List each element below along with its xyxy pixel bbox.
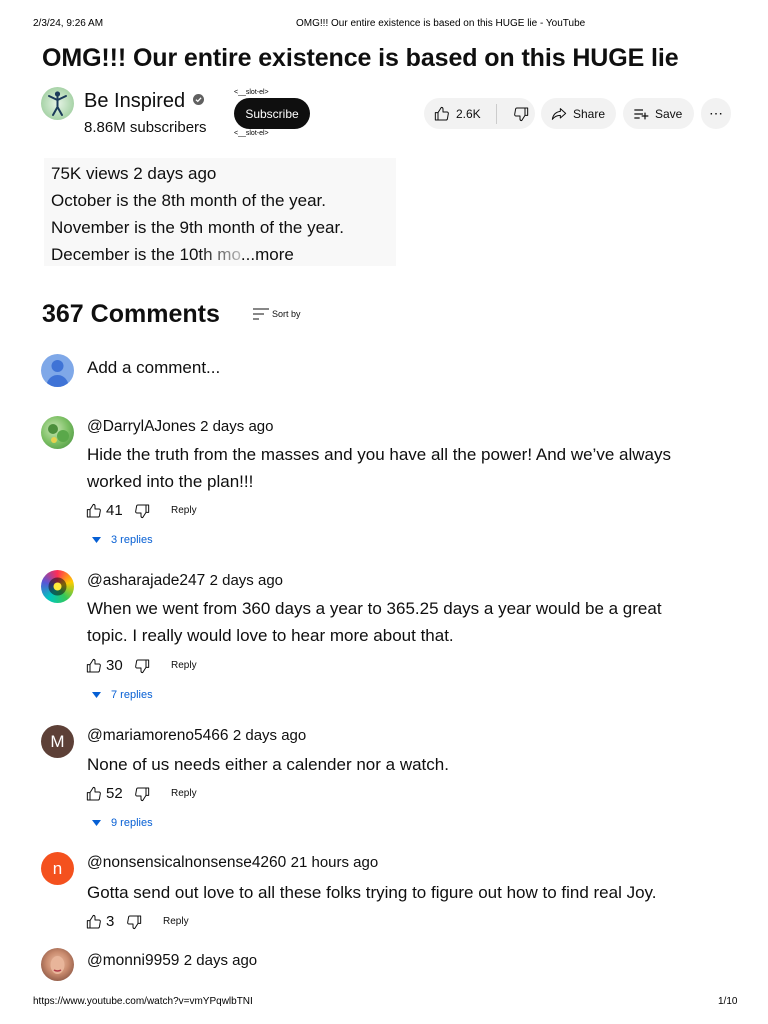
thumbs-up-icon[interactable] (86, 786, 102, 802)
comment-author[interactable]: @monni9959 (87, 952, 179, 969)
reply-button[interactable]: Reply (171, 660, 197, 671)
view-replies-button[interactable]: 3 replies (92, 534, 153, 546)
more-actions-button[interactable]: ⋯ (701, 98, 731, 129)
comment-avatar[interactable]: n (41, 852, 74, 885)
comment-author[interactable]: @asharajade247 (87, 572, 205, 589)
comment-actions: 41 Reply (86, 502, 197, 519)
save-playlist-icon (634, 108, 649, 119)
comment-text: Hide the truth from the masses and you h… (87, 445, 671, 491)
comment-like-count: 52 (106, 785, 123, 802)
share-button[interactable]: Share (541, 98, 616, 129)
like-button[interactable]: 2.6K (424, 103, 497, 124)
comment-author[interactable]: @mariamoreno5466 (87, 727, 229, 744)
comment-time[interactable]: 21 hours ago (291, 854, 379, 871)
comment-header: @nonsensicalnonsense4260 21 hours ago (87, 854, 378, 872)
replies-label: 3 replies (111, 534, 153, 546)
thumbs-up-icon[interactable] (86, 503, 102, 519)
add-comment-input[interactable]: Add a comment... (87, 358, 220, 378)
more-dots-icon: ⋯ (709, 105, 723, 121)
user-avatar (41, 354, 74, 387)
thumbs-down-icon[interactable] (126, 914, 142, 930)
description-truncated-text: December is the 10th mo (51, 245, 241, 264)
face-photo-icon (50, 956, 65, 974)
print-page-number: 1/10 (718, 996, 738, 1007)
slot-element-bottom: <__slot-el> (234, 130, 269, 137)
comment-time[interactable]: 2 days ago (233, 727, 306, 744)
view-replies-button[interactable]: 9 replies (92, 817, 153, 829)
comment-like-count: 41 (106, 502, 123, 519)
comment-avatar[interactable] (41, 416, 74, 449)
comment-actions: 52 Reply (86, 785, 197, 802)
thumbs-down-icon[interactable] (134, 658, 150, 674)
channel-name[interactable]: Be Inspired (84, 90, 204, 113)
reply-button[interactable]: Reply (171, 788, 197, 799)
subscriber-count: 8.86M subscribers (84, 119, 207, 136)
sort-by-label: Sort by (272, 309, 301, 319)
comments-count: 367 Comments (42, 300, 220, 328)
comment-header: @DarrylAJones 2 days ago (87, 418, 273, 436)
comment-avatar[interactable] (41, 948, 74, 981)
default-user-icon (46, 360, 69, 387)
like-dislike-group: 2.6K (424, 98, 535, 129)
flower-avatar-icon (48, 424, 69, 443)
caret-down-icon (92, 820, 101, 826)
comment-time[interactable]: 2 days ago (210, 572, 283, 589)
comment-like-count: 30 (106, 657, 123, 674)
thumbs-down-icon (514, 107, 529, 121)
replies-label: 7 replies (111, 689, 153, 701)
avatar-letter: n (52, 858, 63, 878)
print-page-title: OMG!!! Our entire existence is based on … (296, 18, 586, 29)
share-arrow-icon (551, 107, 567, 120)
comment-header: @asharajade247 2 days ago (87, 572, 283, 590)
share-label: Share (573, 106, 606, 121)
view-replies-button[interactable]: 7 replies (92, 689, 153, 701)
comment-text: Gotta send out love to all these folks t… (87, 883, 657, 902)
thumbs-up-icon[interactable] (86, 658, 102, 674)
video-title: OMG!!! Our entire existence is based on … (42, 44, 679, 72)
channel-avatar[interactable] (41, 87, 74, 120)
thumbs-up-icon[interactable] (86, 914, 102, 930)
thumbs-up-icon (434, 106, 449, 120)
comment-header: @mariamoreno5466 2 days ago (87, 727, 306, 745)
verified-icon (192, 94, 204, 105)
comment-time[interactable]: 2 days ago (184, 952, 257, 969)
caret-down-icon (92, 692, 101, 698)
video-view-date: 75K views 2 days ago (51, 164, 217, 183)
comment-author[interactable]: @nonsensicalnonsense4260 (87, 854, 286, 871)
comment-avatar[interactable]: M (41, 725, 74, 758)
print-date: 2/3/24, 9:26 AM (33, 18, 104, 29)
colorful-avatar-icon (48, 577, 67, 596)
comment-text: When we went from 360 days a year to 365… (87, 599, 662, 645)
comment-author[interactable]: @DarrylAJones (87, 418, 196, 435)
reply-button[interactable]: Reply (171, 505, 197, 516)
comment-actions: 3 Reply (86, 913, 189, 930)
comment-avatar[interactable] (41, 570, 74, 603)
description-line-1: October is the 8th month of the year. (51, 191, 326, 210)
comment-time[interactable]: 2 days ago (200, 418, 273, 435)
comment-like-count: 3 (106, 913, 115, 930)
like-count: 2.6K (456, 106, 481, 121)
sort-icon (253, 308, 269, 320)
comment-actions: 30 Reply (86, 657, 197, 674)
dislike-button[interactable] (497, 106, 529, 122)
caret-down-icon (92, 537, 101, 543)
subscribe-button[interactable]: Subscribe (234, 98, 310, 129)
thumbs-down-icon[interactable] (134, 503, 150, 519)
thumbs-down-icon[interactable] (134, 786, 150, 802)
slot-element-top: <__slot-el> (234, 89, 269, 96)
print-url: https://www.youtube.com/watch?v=vmYPqwlb… (33, 996, 253, 1007)
save-label: Save (655, 106, 683, 121)
save-button[interactable]: Save (623, 98, 694, 129)
description-line-3: December is the 10th mo...more (51, 245, 294, 265)
comment-header: @monni9959 2 days ago (87, 952, 257, 970)
description-line-2: November is the 9th month of the year. (51, 218, 344, 237)
reply-button[interactable]: Reply (163, 916, 189, 927)
person-figure-icon (48, 91, 67, 116)
avatar-letter: M (50, 731, 65, 751)
comment-text: None of us needs either a calender nor a… (87, 755, 449, 774)
replies-label: 9 replies (111, 817, 153, 829)
sort-by-button[interactable]: Sort by (253, 308, 301, 320)
description-more-link[interactable]: ...more (241, 245, 294, 264)
